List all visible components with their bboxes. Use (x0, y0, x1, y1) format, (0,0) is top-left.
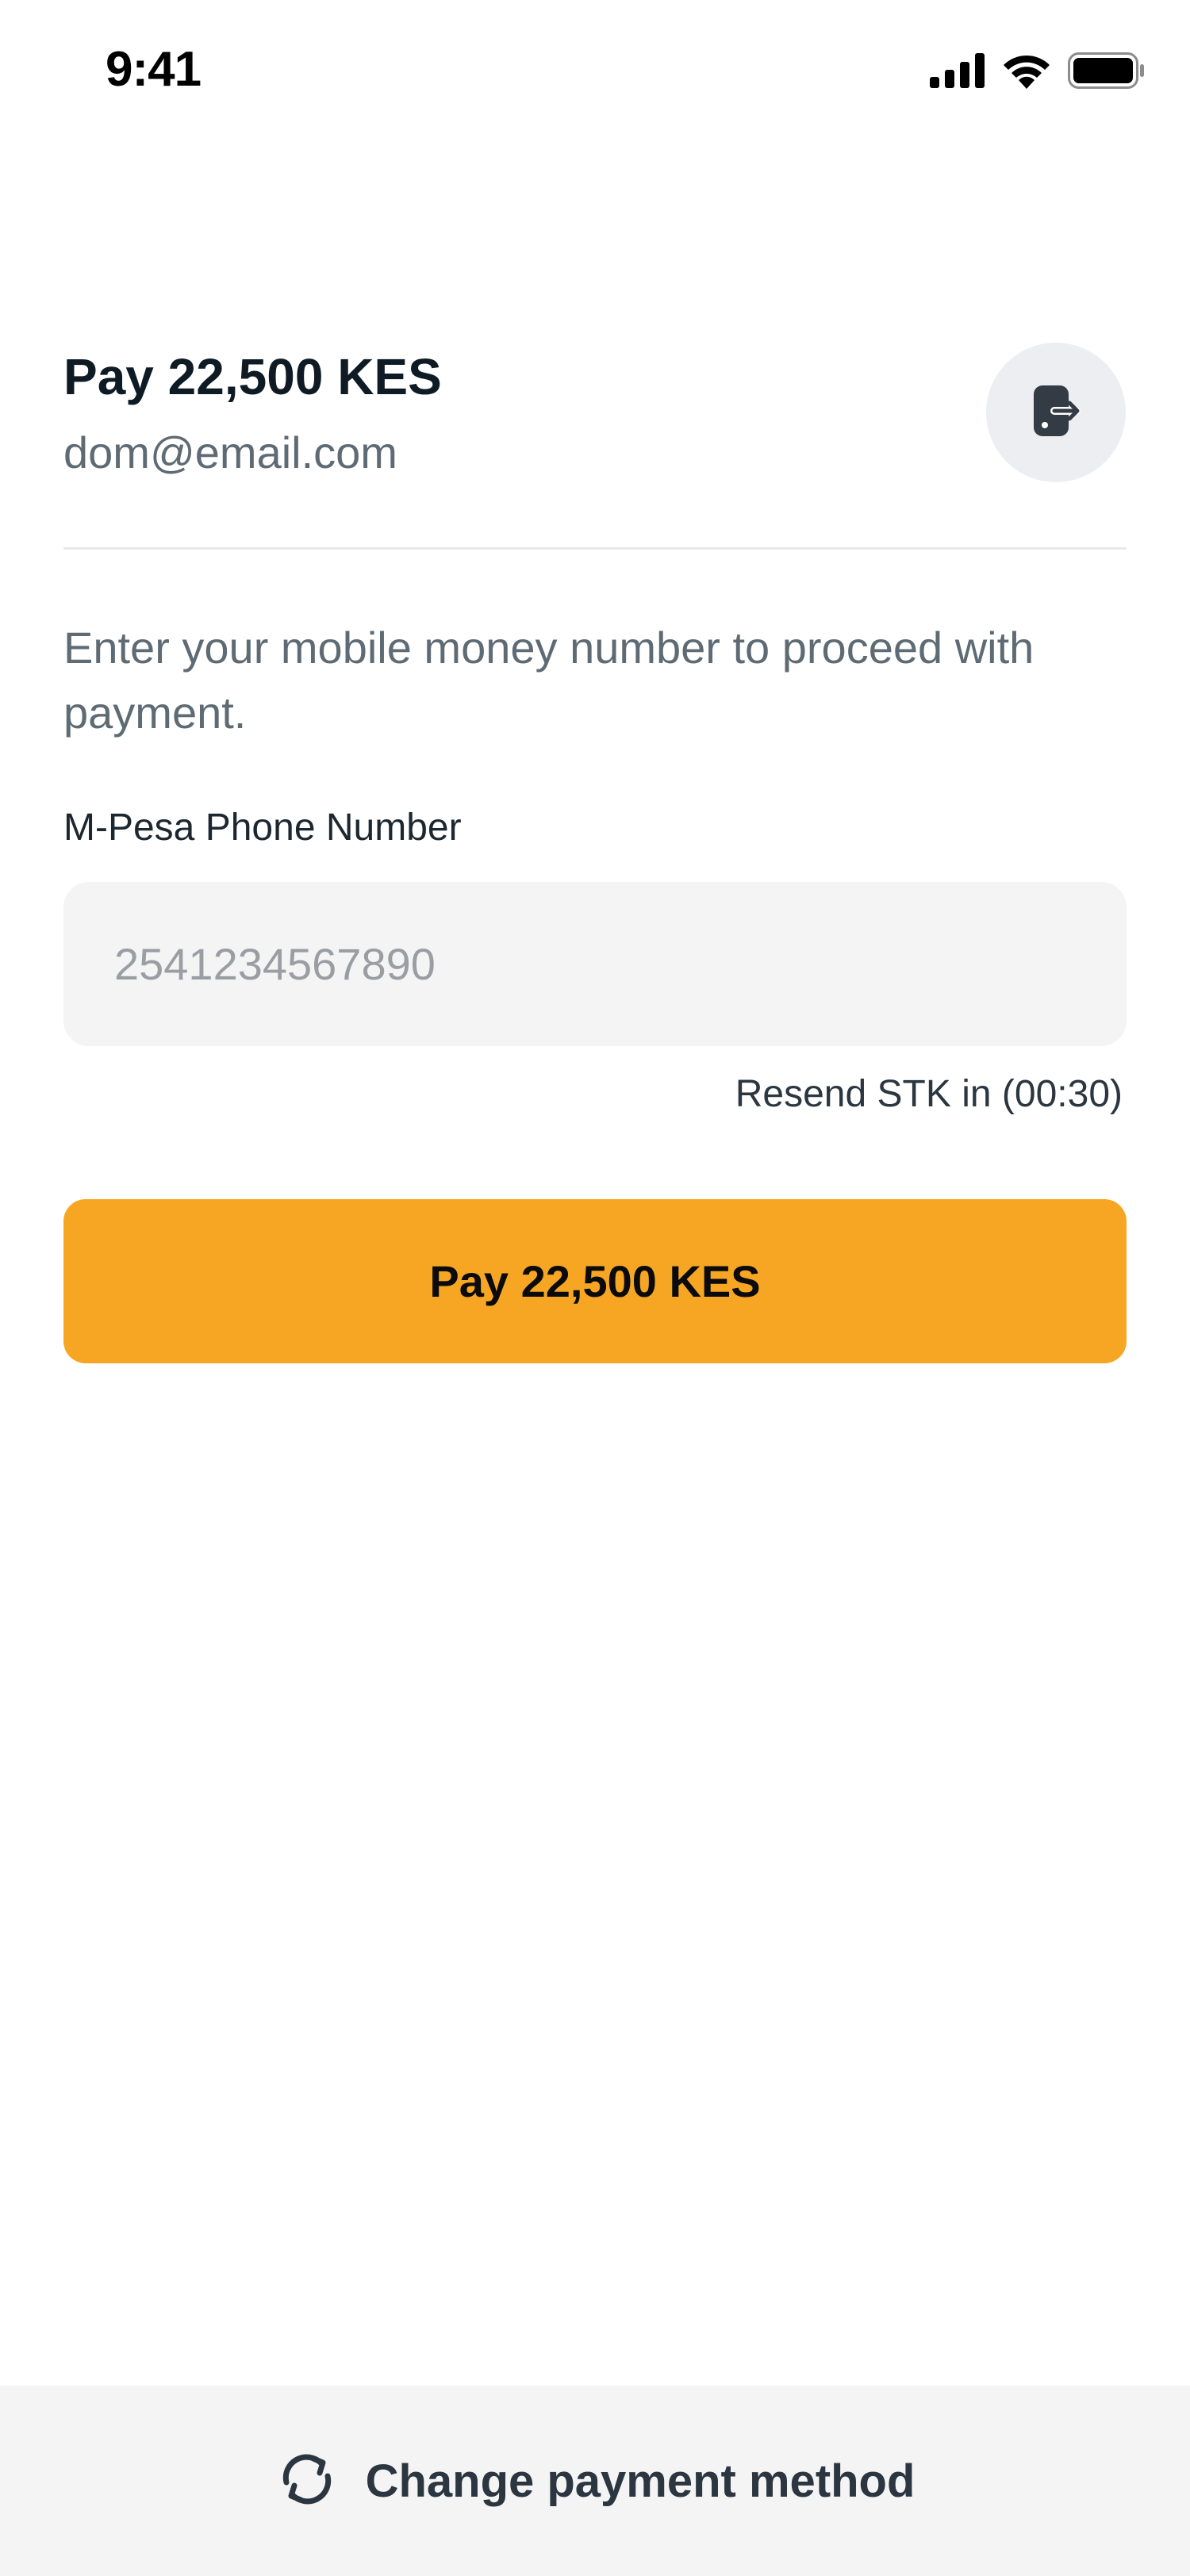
status-icons (930, 52, 1146, 89)
logout-icon (1027, 382, 1084, 443)
payment-amount-title: Pay 22,500 KES (63, 348, 442, 405)
wifi-icon (1001, 52, 1052, 89)
change-payment-method-label: Change payment method (365, 2455, 916, 2507)
battery-icon (1068, 52, 1146, 89)
status-bar: 9:41 (0, 0, 1190, 143)
resend-stk-timer: Resend STK in (00:30) (735, 1073, 1123, 1115)
phone-field-label: M-Pesa Phone Number (63, 807, 462, 849)
footer-bar: Change payment method (0, 2386, 1190, 2576)
cellular-signal-icon (930, 53, 985, 88)
instructions-text: Enter your mobile money number to procee… (63, 623, 1035, 738)
phone-number-input[interactable] (63, 882, 1127, 1046)
logout-button[interactable] (986, 343, 1126, 482)
phone-input-container (63, 882, 1127, 1046)
change-payment-method-button[interactable]: Change payment method (275, 2448, 916, 2515)
status-time: 9:41 (106, 42, 202, 97)
header-divider (63, 547, 1127, 550)
refresh-icon (275, 2448, 339, 2515)
pay-button[interactable]: Pay 22,500 KES (63, 1199, 1127, 1363)
user-email: dom@email.com (63, 427, 397, 477)
